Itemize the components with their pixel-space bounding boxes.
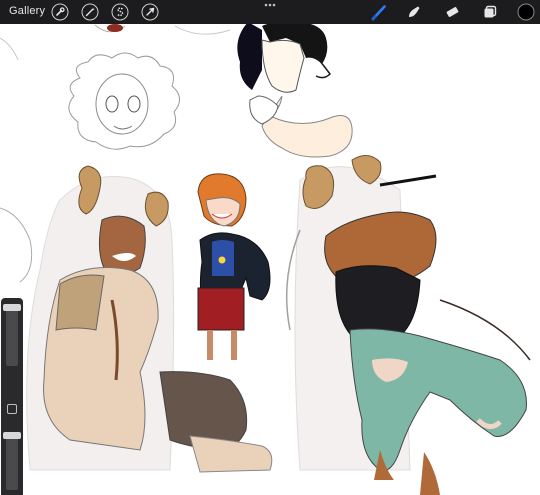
brush-sidebar bbox=[1, 298, 23, 495]
brush-size-thumb[interactable] bbox=[3, 304, 21, 311]
top-toolbar: Gallery bbox=[0, 0, 540, 24]
wrench-icon[interactable] bbox=[51, 3, 69, 21]
square-modify-icon[interactable] bbox=[7, 404, 17, 414]
sketch-artwork bbox=[0, 24, 531, 495]
gallery-button[interactable]: Gallery bbox=[9, 5, 45, 17]
magic-wand-icon[interactable] bbox=[81, 3, 99, 21]
ellipsis-icon[interactable] bbox=[261, 0, 279, 10]
opacity-slider[interactable] bbox=[6, 432, 18, 490]
selection-s-icon[interactable] bbox=[111, 3, 129, 21]
eraser-icon[interactable] bbox=[443, 3, 461, 21]
layers-icon[interactable] bbox=[481, 3, 499, 21]
arrow-cursor-icon[interactable] bbox=[141, 3, 159, 21]
color-swatch-icon[interactable] bbox=[517, 3, 535, 21]
drawing-canvas[interactable] bbox=[0, 24, 540, 495]
brush-size-slider[interactable] bbox=[6, 304, 18, 366]
smudge-icon[interactable] bbox=[405, 3, 423, 21]
brush-icon[interactable] bbox=[370, 3, 388, 21]
opacity-thumb[interactable] bbox=[3, 432, 21, 439]
